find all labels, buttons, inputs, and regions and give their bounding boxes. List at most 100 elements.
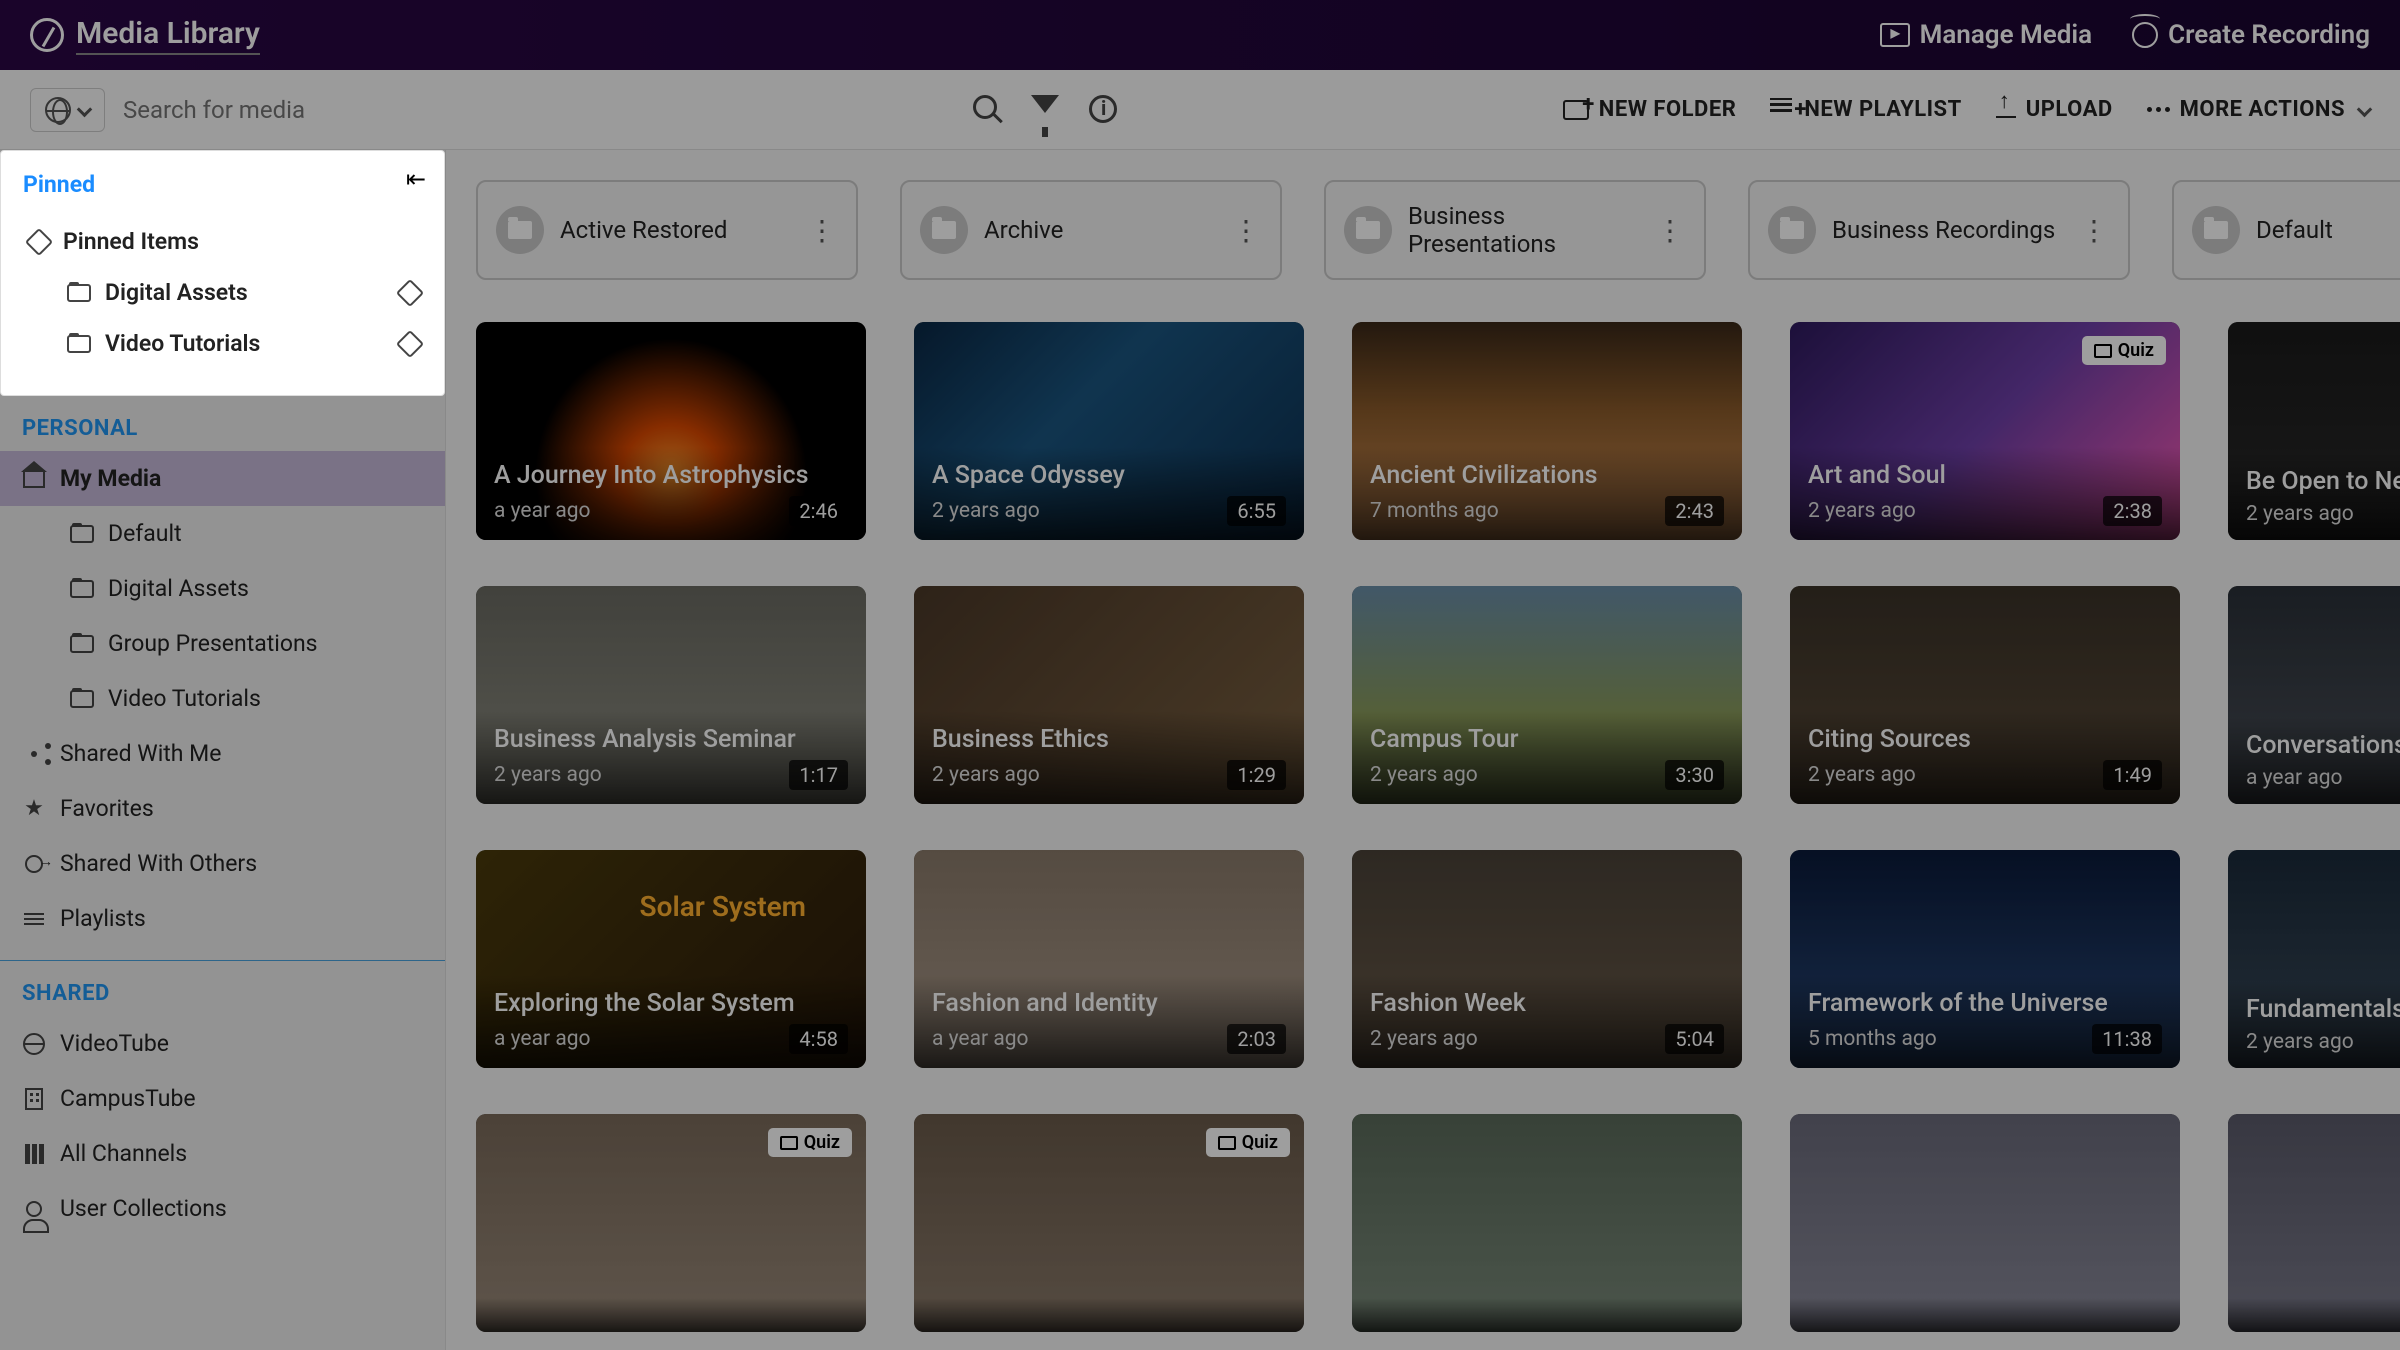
video-overlay: A Space Odyssey 2 years ago 6:55 <box>914 447 1304 540</box>
app-title: Media Library <box>76 16 260 55</box>
folder-menu-button[interactable]: ⋮ <box>1650 208 1690 253</box>
video-card[interactable]: Campus Tour 2 years ago 3:30 <box>1352 586 1742 804</box>
folder-menu-button[interactable]: ⋮ <box>802 208 842 253</box>
video-age: 2 years ago <box>1370 1027 1478 1051</box>
video-row: Quiz Quiz <box>476 1114 2400 1332</box>
create-recording-button[interactable]: Create Recording <box>2132 20 2370 50</box>
video-card[interactable]: Quiz Art and Soul 2 years ago 2:38 <box>1790 322 2180 540</box>
video-card[interactable] <box>1352 1114 1742 1332</box>
sidebar-folder-label: Default <box>108 520 182 547</box>
globe-s-icon <box>23 1033 45 1055</box>
video-overlay: Ancient Civilizations 7 months ago 2:43 <box>1352 447 1742 540</box>
video-card[interactable]: Be Open to New 2 years ago <box>2228 322 2400 540</box>
sidebar-folder-label: Group Presentations <box>108 630 318 657</box>
search-button[interactable] <box>973 95 1003 125</box>
sidebar-shared-item[interactable]: User Collections <box>0 1181 445 1236</box>
video-card[interactable]: Quiz <box>476 1114 866 1332</box>
new-playlist-button[interactable]: NEW PLAYLIST <box>1770 97 1961 122</box>
folder-card[interactable]: Default ⋮ <box>2172 180 2400 280</box>
sidebar-item-shared-with-others[interactable]: Shared With Others <box>0 836 445 891</box>
video-title: Campus Tour <box>1370 725 1724 754</box>
globe-icon <box>45 97 71 123</box>
video-card[interactable]: A Journey Into Astrophysics a year ago 2… <box>476 322 866 540</box>
video-card[interactable]: Business Ethics 2 years ago 1:29 <box>914 586 1304 804</box>
folder-menu-button[interactable]: ⋮ <box>1226 208 1266 253</box>
sidebar-folder[interactable]: Group Presentations <box>0 616 445 671</box>
sidebar-item-playlists[interactable]: Playlists <box>0 891 445 946</box>
sidebar-folder-label: Video Tutorials <box>108 685 261 712</box>
video-age: 2 years ago <box>1808 763 1916 787</box>
video-card[interactable] <box>1790 1114 2180 1332</box>
video-age: 2 years ago <box>1808 499 1916 523</box>
video-card[interactable] <box>2228 1114 2400 1332</box>
search-input[interactable] <box>123 96 953 124</box>
unpin-button[interactable] <box>396 278 424 306</box>
sidebar-item-favorites[interactable]: Favorites <box>0 781 445 836</box>
video-card[interactable]: Framework of the Universe 5 months ago 1… <box>1790 850 2180 1068</box>
video-card[interactable]: Fashion Week 2 years ago 5:04 <box>1352 850 1742 1068</box>
folder-icon <box>70 690 94 708</box>
quiz-badge: Quiz <box>1206 1128 1290 1157</box>
pinned-folder[interactable]: Video Tutorials <box>23 318 426 369</box>
video-overlay <box>1790 1298 2180 1332</box>
folder-card[interactable]: Archive ⋮ <box>900 180 1282 280</box>
sidebar-shared-item[interactable]: VideoTube <box>0 1016 445 1071</box>
sidebar: ⇤ Pinned Pinned Items Digital Assets Vid… <box>0 150 446 1350</box>
star-icon <box>22 797 46 821</box>
info-button[interactable] <box>1089 95 1119 125</box>
video-card[interactable]: Quiz <box>914 1114 1304 1332</box>
video-overlay: Conversations Wi a year ago <box>2228 717 2400 804</box>
folder-card[interactable]: Business Recordings ⋮ <box>1748 180 2130 280</box>
video-age: a year ago <box>494 499 591 523</box>
video-card[interactable]: A Space Odyssey 2 years ago 6:55 <box>914 322 1304 540</box>
shared-item-label: VideoTube <box>60 1030 169 1057</box>
folder-card[interactable]: Active Restored ⋮ <box>476 180 858 280</box>
pinned-section-title: Pinned <box>23 171 426 198</box>
sidebar-item-shared-with-me[interactable]: Shared With Me <box>0 726 445 781</box>
video-title: Fashion Week <box>1370 989 1724 1018</box>
video-overlay <box>1352 1298 1742 1332</box>
new-folder-button[interactable]: NEW FOLDER <box>1563 97 1737 122</box>
video-duration: 6:55 <box>1227 496 1286 526</box>
collapse-sidebar-button[interactable]: ⇤ <box>406 165 426 193</box>
video-card[interactable]: Conversations Wi a year ago <box>2228 586 2400 804</box>
scope-dropdown[interactable] <box>30 88 105 132</box>
folder-row: Active Restored ⋮ Archive ⋮ Business Pre… <box>476 180 2400 280</box>
video-card[interactable]: Fundamentals of 2 years ago <box>2228 850 2400 1068</box>
record-icon <box>2132 22 2158 48</box>
logo[interactable]: Media Library <box>30 16 260 55</box>
video-duration: 11:38 <box>2092 1024 2162 1054</box>
unpin-button[interactable] <box>396 329 424 357</box>
sidebar-folder[interactable]: Digital Assets <box>0 561 445 616</box>
new-playlist-icon <box>1770 98 1794 122</box>
pinned-folder[interactable]: Digital Assets <box>23 267 426 318</box>
video-card[interactable]: Ancient Civilizations 7 months ago 2:43 <box>1352 322 1742 540</box>
video-overlay <box>914 1298 1304 1332</box>
video-card[interactable]: Solar System Exploring the Solar System … <box>476 850 866 1068</box>
quiz-icon <box>1218 1136 1236 1150</box>
folder-icon <box>67 335 91 353</box>
more-actions-button[interactable]: MORE ACTIONS <box>2147 97 2370 122</box>
video-card[interactable]: Fashion and Identity a year ago 2:03 <box>914 850 1304 1068</box>
pinned-items-row[interactable]: Pinned Items <box>23 216 426 267</box>
upload-button[interactable]: UPLOAD <box>1996 97 2113 122</box>
video-age: 2 years ago <box>2246 1030 2354 1054</box>
folder-card[interactable]: Business Presentations ⋮ <box>1324 180 1706 280</box>
folder-icon <box>67 284 91 302</box>
video-card[interactable]: Citing Sources 2 years ago 1:49 <box>1790 586 2180 804</box>
video-card[interactable]: Business Analysis Seminar 2 years ago 1:… <box>476 586 866 804</box>
sidebar-shared-item[interactable]: CampusTube <box>0 1071 445 1126</box>
folder-card-icon <box>920 206 968 254</box>
video-duration: 2:03 <box>1227 1024 1286 1054</box>
video-overlay: Campus Tour 2 years ago 3:30 <box>1352 711 1742 804</box>
sidebar-item-my-media[interactable]: My Media <box>0 451 445 506</box>
folder-card-name: Business Presentations <box>1408 202 1650 258</box>
sidebar-shared-item[interactable]: All Channels <box>0 1126 445 1181</box>
folder-menu-button[interactable]: ⋮ <box>2074 208 2114 253</box>
manage-media-button[interactable]: Manage Media <box>1880 20 2093 50</box>
sidebar-folder[interactable]: Video Tutorials <box>0 671 445 726</box>
upload-icon <box>1996 102 2016 118</box>
video-age: 7 months ago <box>1370 499 1499 523</box>
filter-button[interactable] <box>1031 95 1061 125</box>
sidebar-folder[interactable]: Default <box>0 506 445 561</box>
